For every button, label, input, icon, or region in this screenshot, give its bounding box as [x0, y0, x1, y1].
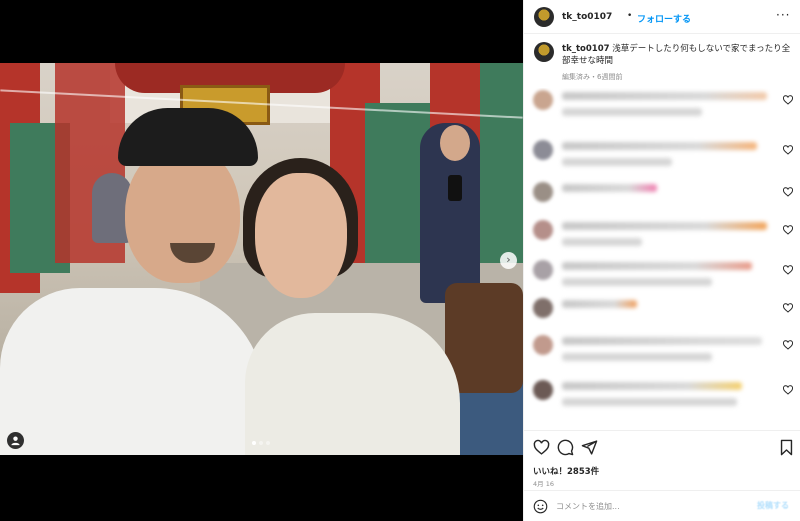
- comment-item[interactable]: [524, 378, 800, 418]
- photo-woman-shirt: [245, 313, 460, 455]
- comment-avatar[interactable]: [533, 140, 553, 160]
- username-link[interactable]: tk_to0107: [562, 12, 612, 22]
- comment-composer: 投稿する: [524, 490, 800, 521]
- caption-meta: 編集済み・6週間前: [562, 73, 623, 81]
- more-icon[interactable]: ···: [776, 8, 790, 22]
- post-side-panel: tk_to0107 • フォローする ··· tk_to0107 浅草デートした…: [523, 0, 800, 521]
- comment-like-icon[interactable]: [782, 264, 794, 276]
- comment-avatar[interactable]: [533, 260, 553, 280]
- comment-text-redacted: [562, 184, 657, 192]
- comment-text-redacted: [562, 142, 757, 150]
- chevron-right-icon: ›: [506, 253, 511, 266]
- photo-phone: [448, 175, 462, 201]
- comment-input[interactable]: [556, 499, 736, 514]
- comment-like-icon[interactable]: [782, 144, 794, 156]
- comment-text-redacted: [562, 238, 642, 246]
- comment-item[interactable]: [524, 138, 800, 178]
- action-bar: いいね！2853件 4月 16: [524, 430, 800, 490]
- comment-like-icon[interactable]: [782, 384, 794, 396]
- comment-item[interactable]: [524, 180, 800, 220]
- comment-avatar[interactable]: [533, 335, 553, 355]
- comment-text-redacted: [562, 278, 712, 286]
- separator-dot: •: [627, 11, 633, 21]
- post-comment-button[interactable]: 投稿する: [757, 500, 789, 511]
- photo-woman-face: [255, 173, 347, 298]
- photo-handbag: [445, 283, 523, 393]
- avatar[interactable]: [534, 7, 554, 27]
- user-tag-icon: [11, 436, 20, 446]
- comment-text-redacted: [562, 222, 767, 230]
- photo-man-shirt: [0, 288, 265, 455]
- comment-avatar[interactable]: [533, 90, 553, 110]
- carousel-next-button[interactable]: ›: [500, 252, 517, 269]
- comment-text-redacted: [562, 300, 637, 308]
- carousel-dot: [266, 441, 270, 445]
- caption-username[interactable]: tk_to0107: [562, 44, 610, 54]
- post-header: tk_to0107 • フォローする ···: [524, 0, 800, 34]
- comment-like-icon[interactable]: [782, 339, 794, 351]
- comment-list[interactable]: [524, 88, 800, 425]
- comment-like-icon[interactable]: [782, 186, 794, 198]
- comment-text-redacted: [562, 398, 737, 406]
- caption-avatar[interactable]: [534, 42, 554, 62]
- comment-avatar[interactable]: [533, 380, 553, 400]
- comment-text-redacted: [562, 158, 672, 166]
- photo-man-cap: [118, 108, 258, 166]
- photo-bystander-head: [440, 125, 470, 161]
- carousel-dot: [252, 441, 256, 445]
- comment-like-icon[interactable]: [782, 94, 794, 106]
- emoji-icon[interactable]: [533, 499, 548, 514]
- share-icon[interactable]: [581, 439, 598, 456]
- comment-text-redacted: [562, 353, 712, 361]
- comment-item[interactable]: [524, 88, 800, 128]
- carousel-dot: [259, 441, 263, 445]
- carousel-indicator: [252, 441, 270, 445]
- comment-item[interactable]: [524, 258, 800, 298]
- user-tag-button[interactable]: [7, 432, 24, 449]
- comment-text-redacted: [562, 262, 752, 270]
- comment-text-redacted: [562, 92, 767, 100]
- comment-item[interactable]: [524, 333, 800, 373]
- comment-item[interactable]: [524, 296, 800, 336]
- caption-text-block: tk_to0107 浅草デートしたり何もしないで家でまったり全部幸せな時間: [562, 43, 794, 67]
- comment-avatar[interactable]: [533, 298, 553, 318]
- post-date: 4月 16: [533, 480, 554, 488]
- comment-text-redacted: [562, 337, 762, 345]
- comment-avatar[interactable]: [533, 182, 553, 202]
- comment-text-redacted: [562, 108, 702, 116]
- post-media[interactable]: ›: [0, 0, 523, 521]
- like-count[interactable]: いいね！2853件: [533, 465, 599, 477]
- comment-icon[interactable]: [557, 439, 574, 456]
- heart-icon[interactable]: [533, 439, 550, 456]
- post-photo[interactable]: [0, 63, 523, 455]
- follow-button[interactable]: フォローする: [637, 12, 691, 25]
- comment-text-redacted: [562, 382, 742, 390]
- bookmark-icon[interactable]: [778, 439, 795, 456]
- comment-like-icon[interactable]: [782, 302, 794, 314]
- comment-avatar[interactable]: [533, 220, 553, 240]
- post-caption: tk_to0107 浅草デートしたり何もしないで家でまったり全部幸せな時間 編集…: [524, 34, 800, 82]
- comment-like-icon[interactable]: [782, 224, 794, 236]
- comment-item[interactable]: [524, 218, 800, 258]
